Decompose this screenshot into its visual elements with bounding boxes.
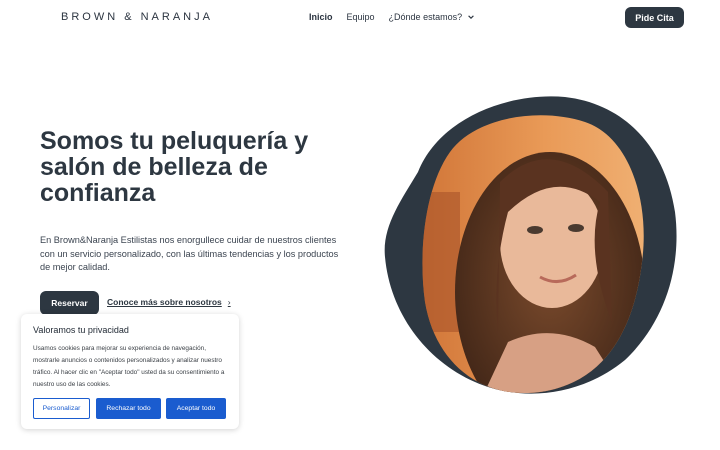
- personalizar-button[interactable]: Personalizar: [33, 398, 90, 419]
- hero-description: En Brown&Naranja Estilistas nos enorgull…: [40, 235, 339, 272]
- cookie-banner-text: Usamos cookies para mejorar su experienc…: [33, 345, 225, 388]
- reservar-button[interactable]: Reservar: [40, 291, 99, 315]
- hero-title: Somos tu peluquería y salón de belleza d…: [40, 127, 309, 207]
- nav-item-inicio[interactable]: Inicio: [309, 12, 333, 22]
- chevron-right-icon: ›: [227, 297, 231, 307]
- cookie-banner-title: Valoramos tu privacidad: [33, 325, 129, 335]
- nav-item-equipo[interactable]: Equipo: [347, 12, 375, 22]
- aceptar-todo-button[interactable]: Aceptar todo: [166, 398, 226, 419]
- nav-item-donde-estamos[interactable]: ¿Dónde estamos?: [389, 12, 476, 22]
- nav-item-donde-estamos-label: ¿Dónde estamos?: [388, 12, 463, 22]
- conoce-mas-label: Conoce más sobre nosotros: [107, 297, 222, 307]
- rechazar-todo-button[interactable]: Rechazar todo: [96, 398, 161, 419]
- site-header: BROWN & NARANJA Inicio Equipo ¿Dónde est…: [0, 0, 720, 36]
- main-nav: Inicio Equipo ¿Dónde estamos?: [309, 12, 475, 22]
- brand-logo[interactable]: BROWN & NARANJA: [61, 11, 213, 23]
- cookie-consent-banner: Valoramos tu privacidad Usamos cookies p…: [21, 314, 239, 429]
- chevron-down-icon: [468, 15, 474, 19]
- hero-portrait-image: [384, 96, 677, 394]
- pide-cita-button[interactable]: Pide Cita: [625, 7, 684, 28]
- conoce-mas-link[interactable]: Conoce más sobre nosotros ›: [107, 297, 231, 307]
